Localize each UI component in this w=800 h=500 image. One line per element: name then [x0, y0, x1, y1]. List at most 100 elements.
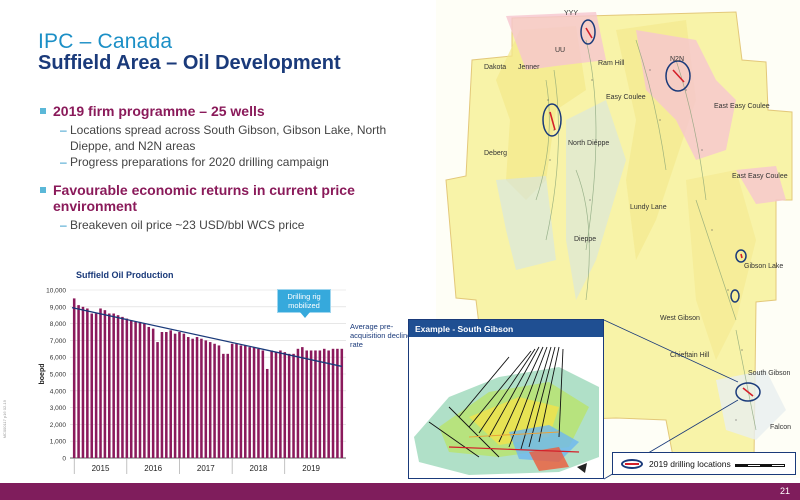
bar: [301, 347, 304, 458]
map-label: West Gibson: [660, 315, 700, 322]
bar: [165, 332, 168, 458]
bar: [274, 352, 278, 458]
chart-title: Suffield Oil Production: [76, 270, 174, 280]
footer-bar: 21: [0, 483, 800, 500]
bar: [270, 350, 273, 458]
bullet-heading-text: 2019 firm programme – 25 wells: [53, 103, 265, 119]
bullet-sub-text: Progress preparations for 2020 drilling …: [70, 155, 329, 169]
y-tick-label: 10,000: [46, 288, 66, 295]
bar: [244, 345, 247, 458]
bar: [235, 343, 238, 458]
map-label: South Gibson: [748, 370, 791, 377]
map-label: N2N: [670, 56, 685, 63]
y-tick-label: 1,000: [50, 439, 67, 446]
bar: [186, 337, 190, 458]
map-label: Ram Hill: [598, 60, 625, 67]
bar: [143, 323, 146, 458]
y-tick-label: 9,000: [50, 304, 67, 311]
map-label: YYY: [564, 10, 579, 17]
bullet-sub: – Breakeven oil price ~23 USD/bbl WCS pri…: [60, 218, 305, 232]
bullet-heading: 2019 firm programme – 25 wells: [40, 103, 420, 119]
bar: [99, 308, 102, 458]
bullet-heading-text: Favourable economic returns in current p…: [53, 182, 355, 214]
y-tick-label: 2,000: [50, 422, 67, 429]
y-tick-label: 6,000: [50, 355, 67, 362]
map-label: Easy Coulee: [606, 94, 646, 101]
x-tick-label: 2018: [250, 464, 268, 473]
bar: [287, 353, 291, 458]
bar: [292, 353, 295, 458]
drilling-callout: Drilling rig mobilized: [277, 289, 331, 318]
map-label: East Easy Coulee: [732, 173, 788, 180]
y-tick-label: 0: [62, 456, 66, 463]
bar: [151, 328, 155, 458]
bar: [90, 313, 94, 458]
map-label: Lundy Lane: [630, 204, 667, 211]
map-label: Jenner: [518, 64, 540, 71]
map-label: East Easy Coulee: [714, 103, 770, 110]
bar: [305, 350, 308, 458]
bar: [173, 333, 177, 458]
x-tick-label: 2015: [92, 464, 110, 473]
bar: [208, 342, 212, 458]
scale-bar: [735, 464, 785, 467]
bar: [108, 313, 111, 458]
bar: [103, 310, 107, 458]
bar: [226, 353, 230, 458]
bar: [81, 306, 85, 458]
y-tick-label: 8,000: [50, 321, 67, 328]
bar: [169, 330, 172, 458]
bullet-sub: – Locations spread across South Gibson, G…: [60, 122, 420, 154]
bar: [327, 350, 330, 458]
bar: [191, 338, 194, 458]
bullet-sub: – Progress preparations for 2020 drilling…: [60, 155, 329, 169]
bar: [178, 332, 181, 458]
map-label: Dakota: [484, 64, 507, 71]
bar: [112, 313, 115, 458]
bar: [213, 343, 216, 458]
page-number: 21: [779, 486, 790, 496]
bar: [257, 348, 260, 458]
map-label: Gibson Lake: [744, 263, 784, 270]
bar: [309, 350, 313, 458]
y-axis-label: boepd: [39, 364, 46, 385]
bar: [204, 340, 208, 458]
bar: [322, 348, 326, 458]
bar: [160, 332, 164, 458]
bar: [283, 352, 287, 458]
page-subtitle: Suffield Area – Oil Development: [38, 52, 341, 74]
drilling-location-icon: [621, 458, 643, 469]
bar: [200, 338, 203, 458]
bar: [129, 320, 133, 458]
bar: [182, 333, 186, 458]
bar: [340, 348, 344, 458]
map-label: Dieppe: [574, 236, 597, 243]
bar: [72, 298, 76, 458]
y-tick-label: 5,000: [50, 372, 67, 379]
page-title: IPC – Canada: [38, 30, 173, 53]
y-tick-label: 7,000: [50, 338, 67, 345]
bar: [222, 353, 225, 458]
bar: [265, 368, 269, 458]
bullet-sub-text: Locations spread across South Gibson, Gi…: [70, 123, 387, 153]
bar: [261, 350, 265, 458]
bar: [217, 345, 221, 458]
x-tick-label: 2016: [144, 464, 162, 473]
bar: [125, 318, 129, 458]
inset-3d-view: [409, 337, 603, 478]
inset-example: Example - South Gibson: [408, 319, 604, 479]
bar: [86, 308, 89, 458]
bar: [94, 313, 98, 458]
y-tick-label: 3,000: [50, 405, 67, 412]
bar: [134, 321, 137, 458]
bar: [138, 321, 142, 458]
bullet-square-icon: [40, 187, 46, 193]
bar: [318, 350, 322, 458]
inset-title: Example - South Gibson: [409, 320, 603, 337]
map-label: UU: [555, 47, 566, 54]
bar: [314, 350, 317, 458]
map-label: Falcon: [770, 424, 792, 431]
bullet-square-icon: [40, 108, 46, 114]
bar: [116, 315, 120, 458]
map-label: Chieftain Hill: [670, 352, 710, 359]
